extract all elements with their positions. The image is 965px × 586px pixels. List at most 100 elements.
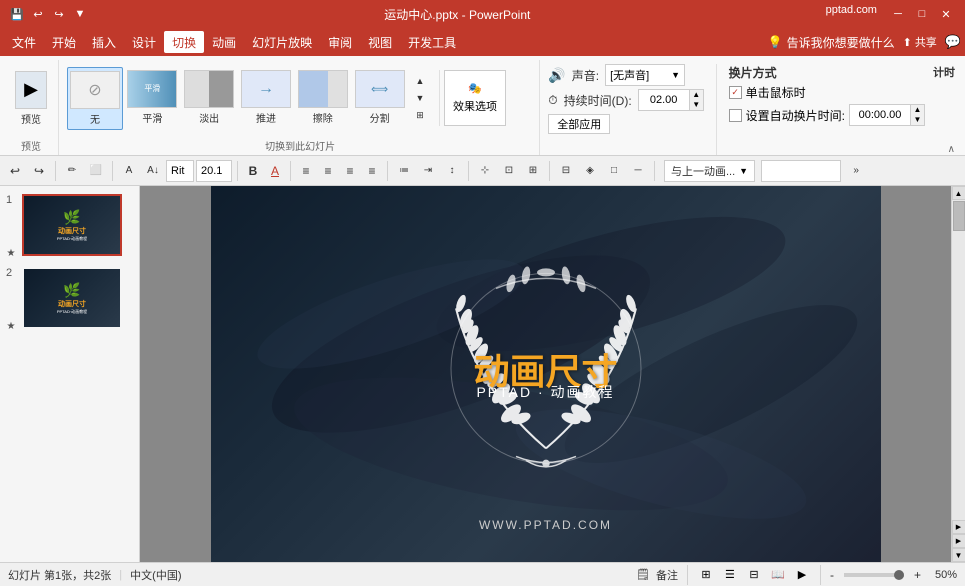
menu-design[interactable]: 设计 xyxy=(124,31,164,53)
slide-canvas[interactable]: 动画尺寸 PPTAD · 动画教程 WWW.PPTAD.COM xyxy=(211,186,881,562)
save-quick-btn[interactable]: 💾 xyxy=(8,5,26,23)
preview-label: 预览 xyxy=(21,111,41,126)
effect-options-button[interactable]: 🎭 效果选项 xyxy=(444,70,506,126)
shape-btn[interactable]: ⬜ xyxy=(85,160,107,182)
scroll-right-btn-1[interactable]: ▶ xyxy=(952,520,965,534)
scroll-right-btn-2[interactable]: ▶ xyxy=(952,534,965,548)
slide-2-thumb[interactable]: 🌿 动画尺寸 PPTAD·动画教程 xyxy=(22,267,122,329)
share-icon: ⬆ xyxy=(903,36,912,49)
duration-input-group: ▲ ▼ xyxy=(638,89,704,111)
minimize-button[interactable]: ─ xyxy=(887,4,909,24)
duration-up-btn[interactable]: ▲ xyxy=(689,90,703,100)
view-outline-btn[interactable]: ☰ xyxy=(721,566,739,584)
slide-thumb-1[interactable]: 1 ★ 🌿 动画尺寸 PPTAD·动画教程 xyxy=(6,194,133,259)
auto-time-input[interactable] xyxy=(850,105,910,125)
select-btn[interactable]: ⊹ xyxy=(474,160,496,182)
notes-label[interactable]: 备注 xyxy=(656,567,678,583)
scroll-down-button[interactable]: ▼ xyxy=(952,548,965,562)
view-normal-btn[interactable]: ⊞ xyxy=(697,566,715,584)
view-slide-sorter-btn[interactable]: ⊟ xyxy=(745,566,763,584)
apply-all-button[interactable]: 全部应用 xyxy=(548,114,610,134)
slide-thumb-2[interactable]: 2 ★ 🌿 动画尺寸 PPTAD·动画教程 xyxy=(6,267,133,332)
dash-btn[interactable]: ─ xyxy=(627,160,649,182)
draw-btn[interactable]: ✏ xyxy=(61,160,83,182)
menu-file[interactable]: 文件 xyxy=(4,31,44,53)
undo-button[interactable]: ↩ xyxy=(4,160,26,182)
redo-quick-btn[interactable]: ↪ xyxy=(50,5,68,23)
close-button[interactable]: ✕ xyxy=(935,4,957,24)
transition-wipe[interactable]: 擦除 xyxy=(295,67,350,130)
fill-btn[interactable]: ◈ xyxy=(579,160,601,182)
comment-button[interactable]: 💬 xyxy=(945,34,961,50)
ribbon-collapse-button[interactable]: ∧ xyxy=(948,144,955,155)
duration-down-btn[interactable]: ▼ xyxy=(689,100,703,110)
zoom-thumb xyxy=(894,570,904,580)
font-size-display[interactable]: 20.1 xyxy=(196,160,232,182)
zoom-minus-btn[interactable]: - xyxy=(830,568,834,582)
text-color-a: A xyxy=(271,164,279,178)
text-color-button[interactable]: A xyxy=(265,160,285,182)
on-click-checkbox[interactable] xyxy=(729,86,742,99)
slide-1-thumb[interactable]: 🌿 动画尺寸 PPTAD·动画教程 xyxy=(22,194,122,256)
menu-slideshow[interactable]: 幻灯片放映 xyxy=(244,31,320,53)
language-status: 中文(中国) xyxy=(130,567,181,583)
crop-btn[interactable]: ⊞ xyxy=(522,160,544,182)
zoom-level[interactable]: 50% xyxy=(927,569,957,581)
menu-review[interactable]: 审阅 xyxy=(320,31,360,53)
view-reading-btn[interactable]: 📖 xyxy=(769,566,787,584)
align-left-button[interactable]: ≡ xyxy=(296,160,316,182)
font-name-display[interactable]: Rit xyxy=(166,160,194,182)
share-button[interactable]: ⬆ 共享 xyxy=(903,34,937,50)
auto-time-input-group: ▲ ▼ xyxy=(849,104,925,126)
menu-developer[interactable]: 开发工具 xyxy=(400,31,464,53)
align-right-button[interactable]: ≡ xyxy=(340,160,360,182)
transition-smooth[interactable]: 平滑 平滑 xyxy=(125,67,180,130)
spacing-btn[interactable]: ↕ xyxy=(441,160,463,182)
menu-insert[interactable]: 插入 xyxy=(84,31,124,53)
auto-advance-checkbox[interactable] xyxy=(729,109,742,122)
list-btn[interactable]: ≔ xyxy=(393,160,415,182)
zoom-plus-btn[interactable]: + xyxy=(914,568,921,582)
duration-input[interactable] xyxy=(639,90,689,110)
sound-select[interactable]: [无声音] ▼ xyxy=(605,64,685,86)
redo-button[interactable]: ↪ xyxy=(28,160,50,182)
text-box-btn[interactable]: A xyxy=(118,160,140,182)
transition-push[interactable]: → 推进 xyxy=(239,67,294,130)
zoom-slider[interactable] xyxy=(844,573,904,577)
auto-time-down-btn[interactable]: ▼ xyxy=(910,115,924,125)
gallery-expand-btn[interactable]: ⊞ xyxy=(409,107,431,123)
transition-none[interactable]: ⊘ 无 xyxy=(67,67,123,130)
maximize-button[interactable]: □ xyxy=(911,4,933,24)
view-slideshow-btn[interactable]: ▶ xyxy=(793,566,811,584)
animation-value-box[interactable] xyxy=(761,160,841,182)
border-btn[interactable]: □ xyxy=(603,160,625,182)
gallery-down-btn[interactable]: ▼ xyxy=(409,90,431,106)
slide-2-star: ★ xyxy=(7,321,16,332)
help-text[interactable]: 💡 告诉我你想要做什么 xyxy=(768,34,895,51)
transition-thumb-push: → xyxy=(241,70,291,108)
menu-animation[interactable]: 动画 xyxy=(204,31,244,53)
transition-fade[interactable]: 淡出 xyxy=(182,67,237,130)
toolbar-expand-btn[interactable]: » xyxy=(845,160,867,182)
pptad-link[interactable]: pptad.com xyxy=(826,4,877,24)
scroll-thumb[interactable] xyxy=(953,201,965,231)
transition-split[interactable]: ⟺ 分割 xyxy=(352,67,407,130)
preview-button[interactable]: ▶ 预览 xyxy=(10,68,52,129)
gallery-up-btn[interactable]: ▲ xyxy=(409,73,431,89)
auto-time-up-btn[interactable]: ▲ xyxy=(910,105,924,115)
scroll-up-button[interactable]: ▲ xyxy=(952,186,965,200)
menu-start[interactable]: 开始 xyxy=(44,31,84,53)
align-center-button[interactable]: ≡ xyxy=(318,160,338,182)
customize-quick-btn[interactable]: ▼ xyxy=(71,5,89,23)
sound-label: 声音: xyxy=(572,67,599,84)
undo-quick-btn[interactable]: ↩ xyxy=(29,5,47,23)
help-label[interactable]: 告诉我你想要做什么 xyxy=(787,34,895,51)
menu-transition[interactable]: 切换 xyxy=(164,31,204,53)
menu-view[interactable]: 视图 xyxy=(360,31,400,53)
indent-btn[interactable]: ⇥ xyxy=(417,160,439,182)
bold-button[interactable]: B xyxy=(243,160,263,182)
more-btn[interactable]: ⊟ xyxy=(555,160,577,182)
font-size-decrease[interactable]: A↓ xyxy=(142,160,164,182)
arrange-btn[interactable]: ⊡ xyxy=(498,160,520,182)
align-justify-button[interactable]: ≡ xyxy=(362,160,382,182)
